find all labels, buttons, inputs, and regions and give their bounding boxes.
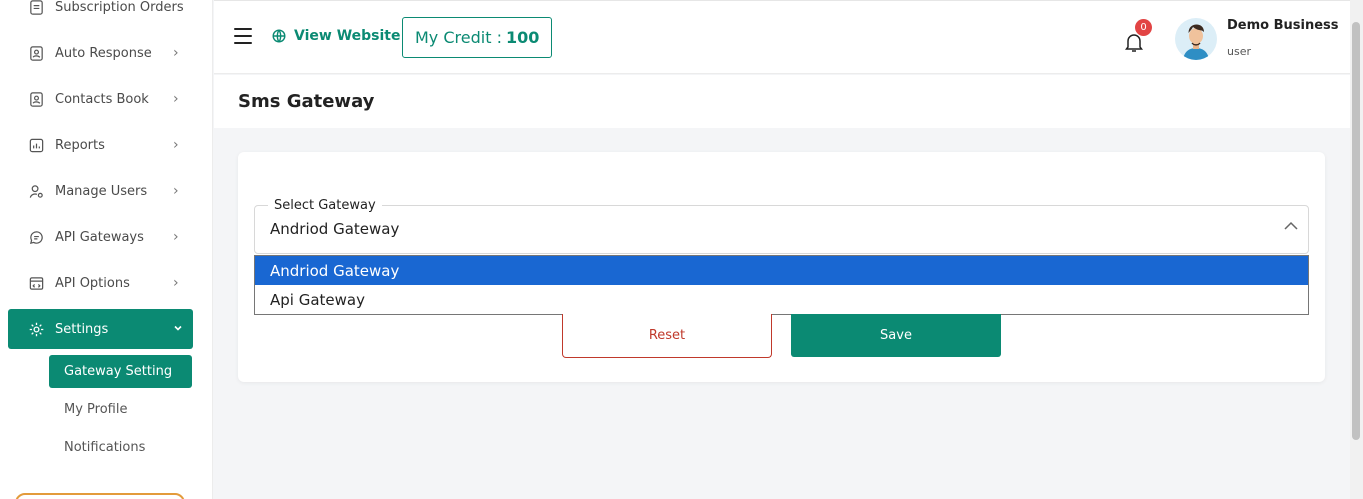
avatar[interactable]	[1175, 18, 1217, 60]
reports-chart-icon	[27, 136, 45, 154]
contact-card-icon	[27, 44, 45, 62]
sidebar-item-label: API Gateways	[55, 229, 144, 245]
sidebar-item-label: Settings	[55, 321, 109, 337]
sidebar-item-subscription-orders[interactable]: Subscription Orders	[8, 0, 193, 27]
sidebar-subitem-label: My Profile	[64, 402, 128, 417]
notification-badge: 0	[1135, 19, 1152, 36]
user-gear-icon	[27, 182, 45, 200]
sidebar-subitem-label: Notifications	[64, 440, 146, 455]
dropdown-option-api-gateway[interactable]: Api Gateway	[255, 285, 1308, 314]
chevron-right-icon: ›	[173, 137, 179, 153]
sidebar-subitem-my-profile[interactable]: My Profile	[49, 393, 192, 426]
chevron-up-icon[interactable]	[1283, 220, 1299, 232]
top-header: View Website My Credit : 100 0 Demo Busi…	[214, 4, 1350, 74]
reset-button[interactable]: Reset	[562, 314, 772, 358]
credit-box: My Credit : 100	[402, 17, 553, 58]
sidebar-item-label: Manage Users	[55, 183, 148, 199]
gateway-select-label: Select Gateway	[268, 198, 382, 213]
sidebar-item-api-options[interactable]: API Options ›	[8, 263, 193, 303]
code-window-icon	[27, 274, 45, 292]
save-button[interactable]: Save	[791, 314, 1001, 357]
page-scrollbar[interactable]	[1350, 0, 1363, 499]
dropdown-option-andriod-gateway[interactable]: Andriod Gateway	[255, 256, 1308, 285]
sidebar-item-label: Subscription Orders	[55, 0, 184, 15]
gear-icon	[27, 320, 45, 338]
hamburger-menu-icon[interactable]	[234, 28, 252, 44]
sidebar-item-auto-response[interactable]: Auto Response ›	[8, 33, 193, 73]
chat-bubble-icon	[27, 228, 45, 246]
chevron-right-icon: ›	[173, 45, 179, 61]
credit-value: 100	[505, 28, 540, 47]
chevron-right-icon: ›	[173, 91, 179, 107]
chevron-down-icon	[173, 321, 183, 337]
sidebar-item-label: Auto Response	[55, 45, 152, 61]
sidebar-subitem-notifications[interactable]: Notifications	[49, 431, 192, 464]
sidebar-item-reports[interactable]: Reports ›	[8, 125, 193, 165]
sidebar-item-api-gateways[interactable]: API Gateways ›	[8, 217, 193, 257]
credit-label: My Credit :	[415, 28, 502, 47]
view-website-link[interactable]: View Website	[272, 28, 400, 44]
sidebar-item-settings[interactable]: Settings	[8, 309, 193, 349]
gateway-select[interactable]	[254, 205, 1309, 254]
sidebar-subitem-gateway-setting[interactable]: Gateway Setting	[49, 355, 192, 388]
sidebar-item-label: Contacts Book	[55, 91, 149, 107]
sidebar-item-label: API Options	[55, 275, 130, 291]
receipt-icon	[27, 0, 45, 16]
chevron-right-icon: ›	[173, 229, 179, 245]
user-name: Demo Business	[1227, 18, 1339, 33]
page-title-bar: Sms Gateway	[214, 75, 1350, 128]
sidebar-item-label: Reports	[55, 137, 105, 153]
chevron-right-icon: ›	[173, 275, 179, 291]
globe-icon	[272, 29, 286, 43]
sidebar-item-manage-users[interactable]: Manage Users ›	[8, 171, 193, 211]
user-role: user	[1227, 45, 1251, 58]
scrollbar-thumb[interactable]	[1352, 22, 1360, 440]
page-title: Sms Gateway	[238, 91, 375, 112]
contact-book-icon	[27, 90, 45, 108]
sidebar: Subscription Orders Auto Response › Cont…	[0, 0, 213, 499]
gateway-dropdown-list: Andriod Gateway Api Gateway	[254, 255, 1309, 315]
gateway-select-value: Andriod Gateway	[270, 220, 400, 238]
sidebar-item-contacts-book[interactable]: Contacts Book ›	[8, 79, 193, 119]
sidebar-subitem-label: Gateway Setting	[64, 364, 173, 379]
sidebar-bottom-button[interactable]	[15, 493, 185, 499]
chevron-right-icon: ›	[173, 183, 179, 199]
view-website-label: View Website	[294, 28, 401, 44]
